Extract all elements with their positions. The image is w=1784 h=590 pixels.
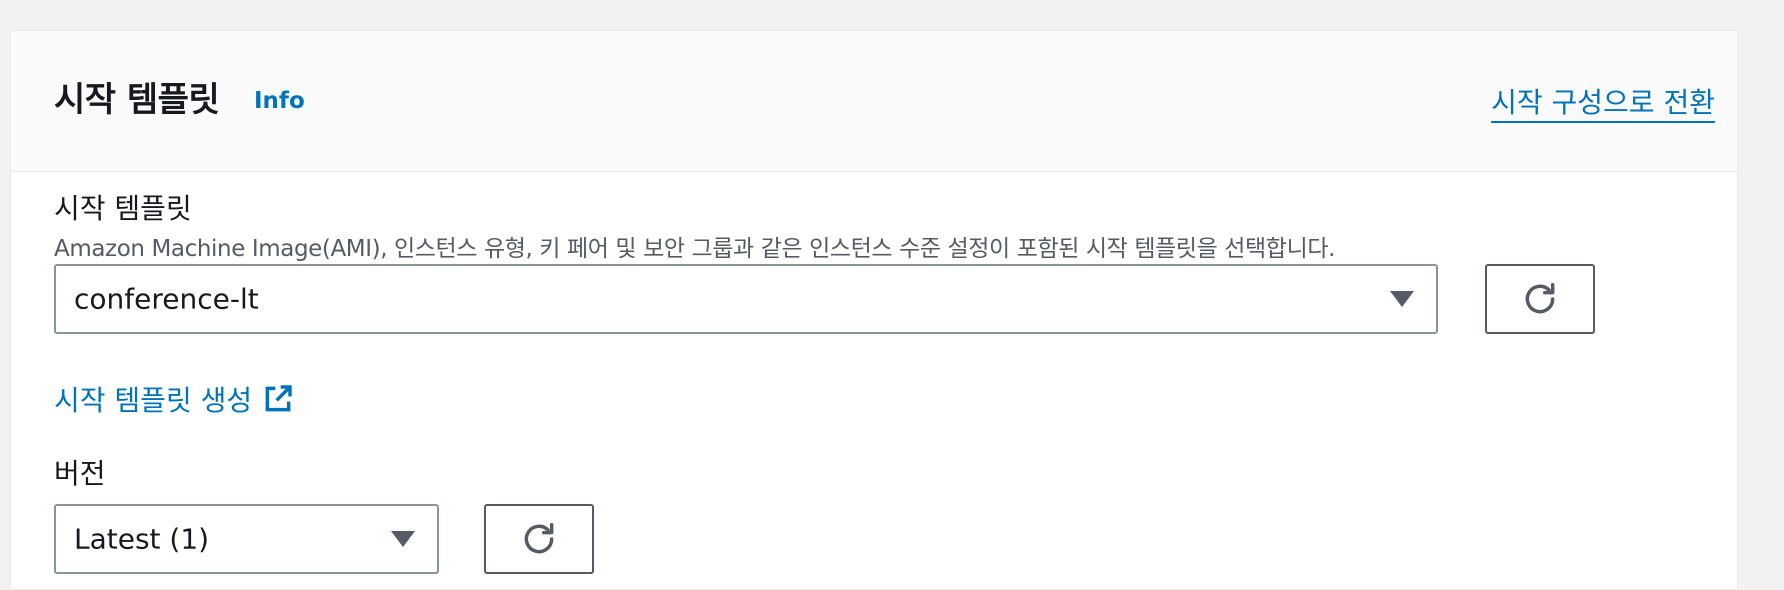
panel-header: 시작 템플릿 Info 시작 구성으로 전환 <box>11 31 1737 172</box>
info-link[interactable]: Info <box>254 88 305 114</box>
create-launch-template-link[interactable]: 시작 템플릿 생성 <box>54 379 294 419</box>
launch-template-label: 시작 템플릿 <box>54 192 192 225</box>
external-link-icon <box>265 385 292 412</box>
refresh-icon <box>1525 283 1555 314</box>
launch-template-refresh-button[interactable] <box>1485 264 1595 334</box>
version-refresh-button[interactable] <box>484 504 594 574</box>
panel-title: 시작 템플릿 <box>54 80 220 120</box>
caret-down-icon <box>1390 291 1414 307</box>
version-label: 버전 <box>54 457 106 490</box>
launch-template-selected-value: conference-lt <box>74 282 259 316</box>
refresh-icon <box>524 523 554 554</box>
launch-template-panel: 시작 템플릿 Info 시작 구성으로 전환 시작 템플릿 Amazon Mac… <box>10 30 1738 590</box>
switch-to-launch-configuration-link[interactable]: 시작 구성으로 전환 <box>1491 81 1715 121</box>
version-selected-value: Latest (1) <box>74 522 210 556</box>
version-select[interactable]: Latest (1) <box>54 504 439 574</box>
caret-down-icon <box>391 531 415 547</box>
launch-template-description: Amazon Machine Image(AMI), 인스턴스 유형, 키 페어… <box>54 236 1335 262</box>
launch-template-select[interactable]: conference-lt <box>54 264 1438 334</box>
create-launch-template-label: 시작 템플릿 생성 <box>54 384 253 417</box>
